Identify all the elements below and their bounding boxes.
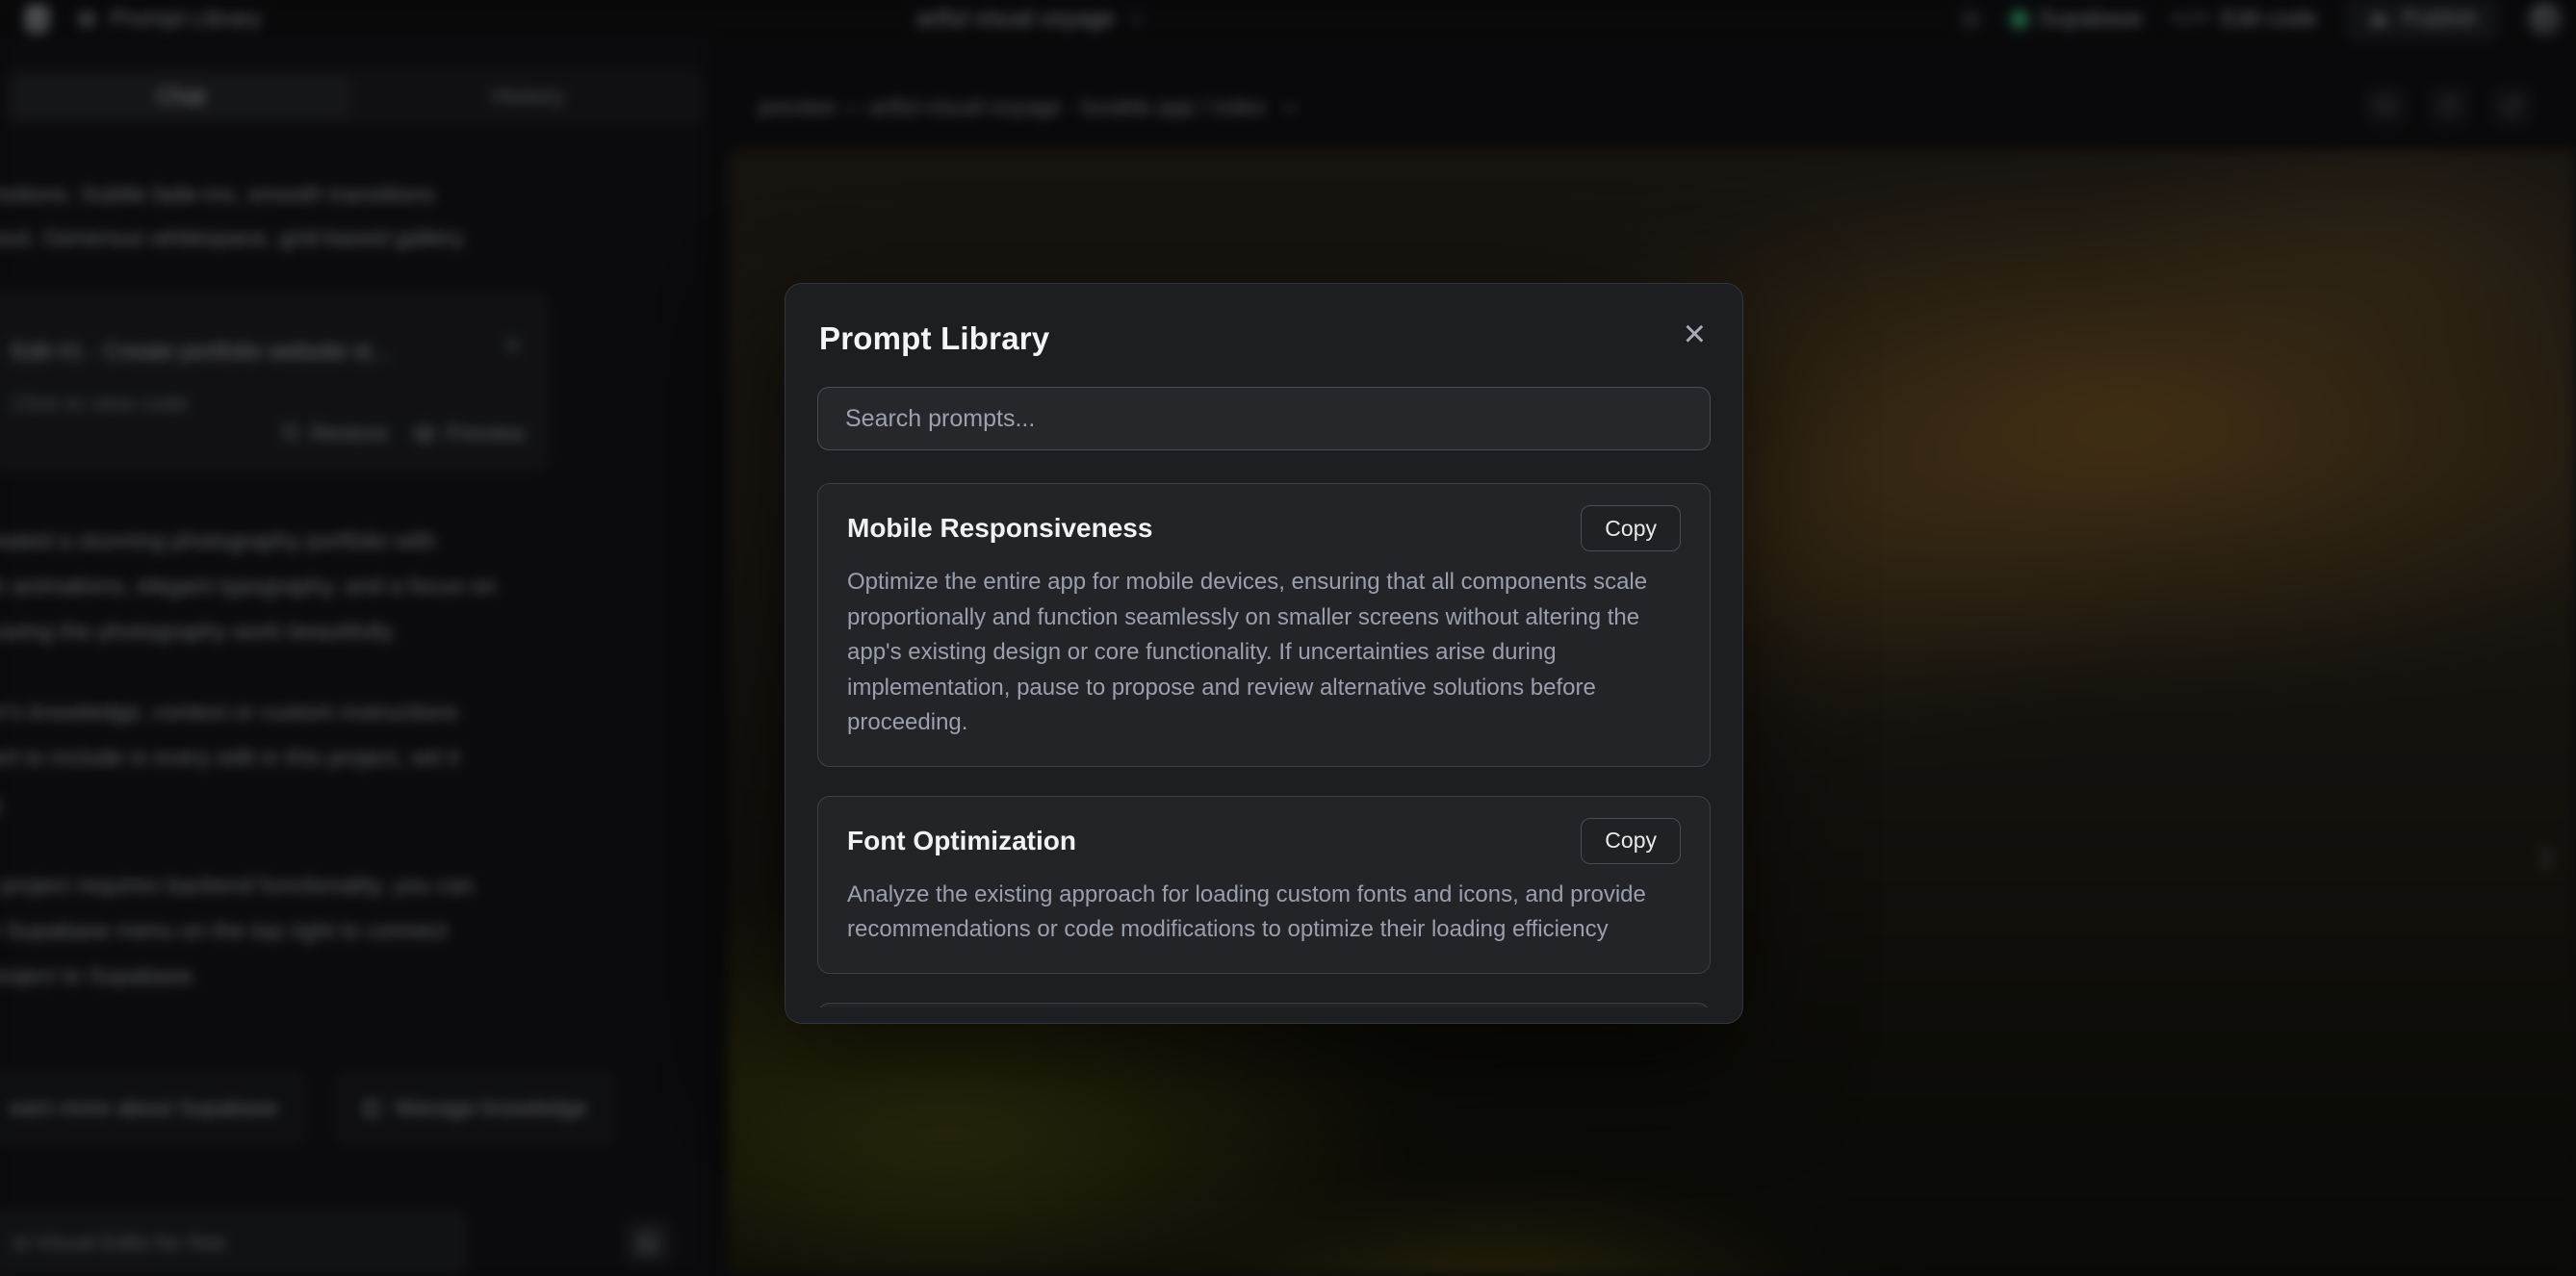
prompt-card-partial <box>817 1003 1711 1008</box>
close-icon[interactable]: × <box>1684 315 1706 353</box>
prompt-card-font-optimization: Font Optimization Copy Analyze the exist… <box>817 796 1711 974</box>
prompt-body: Optimize the entire app for mobile devic… <box>847 565 1681 741</box>
prompt-body: Analyze the existing approach for loadin… <box>847 878 1681 948</box>
copy-button[interactable]: Copy <box>1581 818 1681 864</box>
app-window: Prompt Library artful visual voyage Supa… <box>0 0 2576 1276</box>
prompt-card-mobile-responsiveness: Mobile Responsiveness Copy Optimize the … <box>817 483 1711 767</box>
copy-button[interactable]: Copy <box>1581 505 1681 551</box>
modal-title: Prompt Library <box>819 320 1711 357</box>
prompt-title: Font Optimization <box>847 826 1076 856</box>
prompt-title: Mobile Responsiveness <box>847 513 1152 544</box>
prompt-list: Mobile Responsiveness Copy Optimize the … <box>817 483 1711 1008</box>
prompt-library-modal: Prompt Library × Mobile Responsiveness C… <box>785 283 1743 1024</box>
search-input[interactable] <box>817 387 1711 450</box>
